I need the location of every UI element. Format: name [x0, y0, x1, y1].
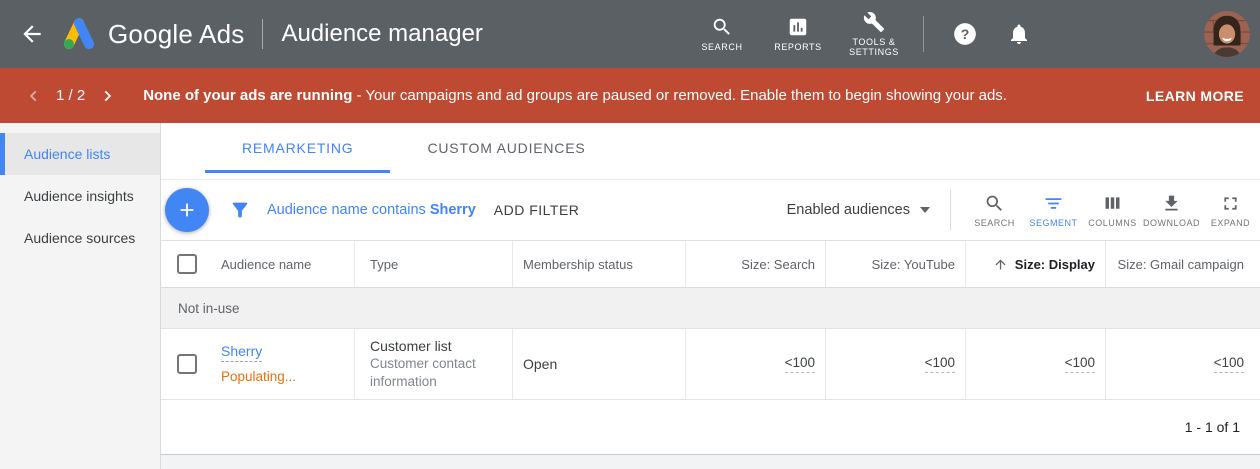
arrow-left-icon [19, 21, 45, 47]
chevron-down-icon [920, 207, 930, 213]
google-ads-logo-icon[interactable] [60, 17, 98, 51]
bell-icon [1007, 22, 1031, 46]
help-button[interactable]: ? [950, 19, 980, 49]
tools-settings-nav-button[interactable]: TOOLS & SETTINGS [839, 11, 909, 57]
download-button[interactable]: DOWNLOAD [1142, 193, 1201, 228]
google-ads-app: Google Ads Audience manager SEARCH REPOR… [0, 0, 1260, 469]
table-search-button[interactable]: SEARCH [965, 193, 1024, 228]
sidebar: Audience lists Audience insights Audienc… [0, 123, 161, 469]
segment-icon [1043, 193, 1064, 214]
filter-funnel-icon [229, 199, 251, 221]
toolbar-divider [950, 190, 951, 230]
column-header-size-gmail[interactable]: Size: Gmail campaign [1106, 241, 1260, 287]
tab-custom-audiences[interactable]: CUSTOM AUDIENCES [390, 123, 622, 173]
reports-nav-button[interactable]: REPORTS [763, 16, 833, 52]
sort-ascending-icon [993, 257, 1008, 272]
column-header-type[interactable]: Type [355, 241, 513, 287]
size-gmail-value: <100 [1214, 355, 1244, 373]
tool-label: EXPAND [1211, 218, 1250, 228]
tool-label: DOWNLOAD [1143, 218, 1200, 228]
chevron-right-icon [100, 89, 114, 103]
tab-remarketing[interactable]: REMARKETING [205, 123, 390, 173]
alert-message-title: None of your ads are running [143, 87, 352, 104]
pagination: 1 - 1 of 1 [161, 400, 1260, 455]
tool-label: COLUMNS [1088, 218, 1137, 228]
next-alert-button[interactable] [97, 86, 117, 106]
previous-alert-button[interactable] [24, 86, 44, 106]
top-bar: Google Ads Audience manager SEARCH REPOR… [0, 0, 1260, 68]
wrench-icon [863, 11, 885, 33]
filter-value: Sherry [430, 202, 476, 218]
size-display-value: <100 [1065, 355, 1095, 373]
audience-type-detail: Customer contact information [370, 355, 498, 391]
download-icon [1161, 193, 1182, 214]
membership-status-cell: Open [513, 329, 686, 399]
audience-status-select[interactable]: Enabled audiences [787, 202, 930, 218]
audience-status-value: Enabled audiences [787, 202, 910, 218]
svg-text:?: ? [961, 26, 970, 42]
page-background [161, 455, 1260, 469]
expand-button[interactable]: EXPAND [1201, 193, 1260, 228]
sidebar-item-audience-insights[interactable]: Audience insights [0, 175, 160, 217]
toolbar: Audience name containsSherry ADD FILTER … [161, 180, 1260, 240]
audience-name-link[interactable]: Sherry [221, 343, 262, 362]
size-search-value: <100 [785, 355, 815, 373]
table-row: Sherry Populating... Customer list Custo… [161, 329, 1260, 400]
nav-label: TOOLS & SETTINGS [845, 37, 903, 57]
column-header-size-youtube[interactable]: Size: YouTube [826, 241, 966, 287]
sidebar-item-audience-lists[interactable]: Audience lists [0, 133, 160, 175]
nav-label: REPORTS [774, 42, 822, 52]
select-all-checkbox[interactable] [177, 254, 197, 274]
table-header: Audience name Type Membership status Siz… [161, 240, 1260, 288]
chevron-left-icon [27, 89, 41, 103]
alert-banner: 1 / 2 None of your ads are running - You… [0, 68, 1260, 123]
tool-label: SEARCH [974, 218, 1015, 228]
notifications-button[interactable] [1004, 19, 1034, 49]
page-title: Audience manager [281, 20, 482, 48]
column-header-size-search[interactable]: Size: Search [686, 241, 826, 287]
alert-message: None of your ads are running - Your camp… [143, 87, 1007, 104]
topbar-divider [923, 16, 924, 52]
sidebar-item-audience-sources[interactable]: Audience sources [0, 217, 160, 259]
search-icon [984, 193, 1005, 214]
audience-type: Customer list [370, 337, 498, 355]
plus-icon [176, 199, 198, 221]
search-icon [711, 16, 733, 38]
filter-condition: Audience name contains [267, 202, 426, 218]
brand-name: Google Ads [108, 19, 244, 50]
tab-bar: REMARKETING CUSTOM AUDIENCES [161, 123, 1260, 180]
segment-button[interactable]: SEGMENT [1024, 193, 1083, 228]
help-icon: ? [952, 21, 978, 47]
tool-label: SEGMENT [1029, 218, 1077, 228]
columns-button[interactable]: COLUMNS [1083, 193, 1142, 228]
size-youtube-value: <100 [925, 355, 955, 373]
active-filter-chip[interactable]: Audience name containsSherry [267, 202, 476, 218]
topbar-divider [262, 19, 263, 49]
expand-icon [1220, 193, 1241, 214]
column-header-membership-status[interactable]: Membership status [513, 241, 686, 287]
populating-status: Populating... [221, 368, 296, 385]
row-checkbox[interactable] [177, 354, 197, 374]
add-audience-button[interactable] [165, 188, 209, 232]
account-avatar[interactable] [1204, 11, 1250, 57]
nav-label: SEARCH [701, 42, 742, 52]
column-header-size-display[interactable]: Size: Display [966, 241, 1106, 287]
back-button[interactable] [18, 20, 46, 48]
filter-button[interactable] [227, 197, 253, 223]
reports-icon [787, 16, 809, 38]
alert-pager: 1 / 2 [56, 87, 85, 104]
column-header-audience-name[interactable]: Audience name [221, 257, 311, 272]
row-group-label: Not in-use [161, 288, 1260, 329]
search-nav-button[interactable]: SEARCH [687, 16, 757, 52]
learn-more-button[interactable]: LEARN MORE [1146, 88, 1244, 104]
alert-message-body: - Your campaigns and ad groups are pause… [352, 87, 1007, 104]
columns-icon [1102, 193, 1123, 214]
add-filter-button[interactable]: ADD FILTER [494, 202, 580, 218]
